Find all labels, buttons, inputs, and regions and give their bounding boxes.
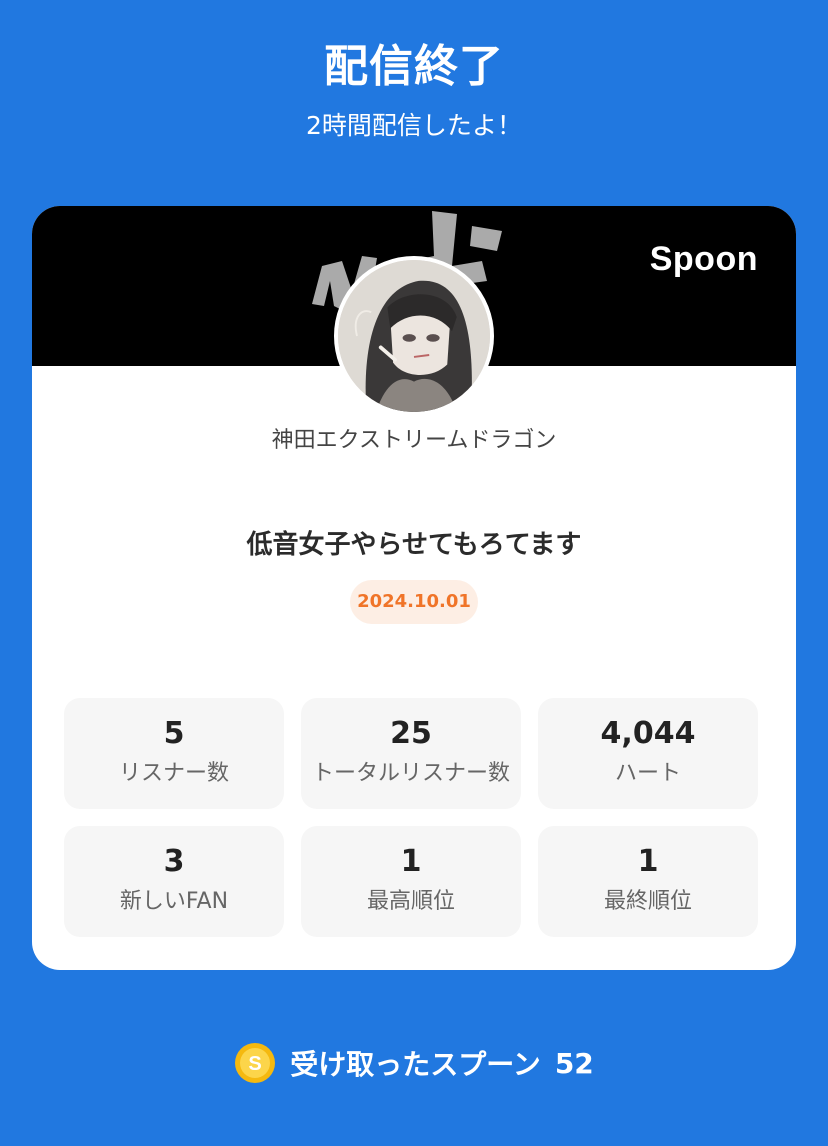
stat-label: 最高順位: [366, 889, 455, 914]
stat-value: 1: [400, 844, 422, 879]
date-badge: 2024.10.01: [350, 580, 478, 624]
stat-value: 25: [390, 716, 432, 751]
stat-value: 1: [637, 844, 659, 879]
stat-final-rank: 1 最終順位: [538, 826, 758, 937]
stats-grid: 5 リスナー数 25 トータルリスナー数 4,044 ハート 3 新しいFAN …: [64, 698, 758, 937]
dj-name: 神田エクストリームドラゴン: [271, 428, 557, 453]
spoons-count: 52: [554, 1046, 594, 1080]
stat-listeners: 5 リスナー数: [64, 698, 284, 809]
spoons-label: 受け取ったスプーン: [290, 1048, 541, 1081]
stat-hearts: 4,044 ハート: [538, 698, 758, 809]
stat-highest-rank: 1 最高順位: [301, 826, 521, 937]
stat-value: 5: [163, 716, 185, 751]
stat-label: トータルリスナー数: [311, 761, 510, 786]
broadcast-summary-card: Spoon 神田エクストリームドラゴン 低音女子やらせてもろてます 2024.1…: [32, 206, 796, 970]
spoon-coin-icon: S: [235, 1043, 276, 1083]
stat-label: ハート: [614, 761, 681, 786]
stat-value: 3: [163, 844, 185, 879]
stat-label: 最終順位: [603, 889, 692, 914]
stat-label: 新しいFAN: [119, 889, 229, 914]
stat-value: 4,044: [600, 716, 696, 751]
svg-text:S: S: [249, 1053, 262, 1075]
avatar[interactable]: [334, 256, 494, 416]
spoon-logo: Spoon: [649, 240, 758, 278]
received-spoons: S 受け取ったスプーン 52: [0, 1040, 828, 1086]
stat-total-listeners: 25 トータルリスナー数: [301, 698, 521, 809]
stat-label: リスナー数: [118, 761, 229, 786]
avatar-illustration: [338, 260, 490, 412]
live-title: 低音女子やらせてもろてます: [246, 530, 582, 560]
page-title: 配信終了: [324, 41, 504, 92]
stat-new-fans: 3 新しいFAN: [64, 826, 284, 937]
page-subtitle: 2時間配信したよ！: [306, 111, 522, 140]
